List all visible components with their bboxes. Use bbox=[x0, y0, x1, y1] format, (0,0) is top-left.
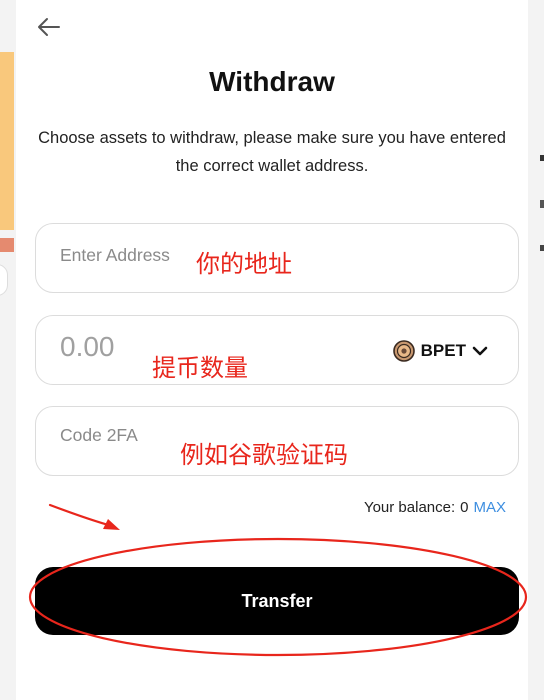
transfer-button[interactable]: Transfer bbox=[35, 567, 519, 635]
balance-value: 0 bbox=[460, 499, 469, 516]
page-title: Withdraw bbox=[209, 66, 335, 97]
chevron-down-icon bbox=[472, 346, 488, 356]
background-bar bbox=[0, 238, 14, 252]
max-button[interactable]: MAX bbox=[473, 499, 506, 516]
background-panel bbox=[0, 52, 14, 230]
amount-field: BPET bbox=[35, 313, 519, 385]
background-mark bbox=[540, 245, 544, 251]
annotation-address: 你的地址 bbox=[196, 250, 292, 278]
code-2fa-input[interactable] bbox=[60, 401, 200, 469]
token-select[interactable]: BPET bbox=[392, 338, 488, 364]
annotation-code: 例如谷歌验证码 bbox=[180, 441, 348, 469]
background-mark bbox=[540, 200, 544, 208]
background-mark bbox=[540, 155, 544, 161]
page-subtitle: Choose assets to withdraw, please make s… bbox=[38, 129, 506, 175]
back-button[interactable] bbox=[36, 14, 62, 40]
annotation-amount: 提币数量 bbox=[152, 354, 248, 382]
balance-label: Your balance: bbox=[363, 499, 456, 516]
arrow-left-icon bbox=[38, 18, 60, 36]
coin-icon bbox=[392, 340, 415, 362]
token-symbol: BPET bbox=[420, 341, 466, 360]
withdraw-modal: Withdraw Choose assets to withdraw, plea… bbox=[16, 0, 528, 700]
balance-row: Your balance: 0 MAX bbox=[364, 499, 506, 516]
background-button bbox=[0, 264, 8, 296]
